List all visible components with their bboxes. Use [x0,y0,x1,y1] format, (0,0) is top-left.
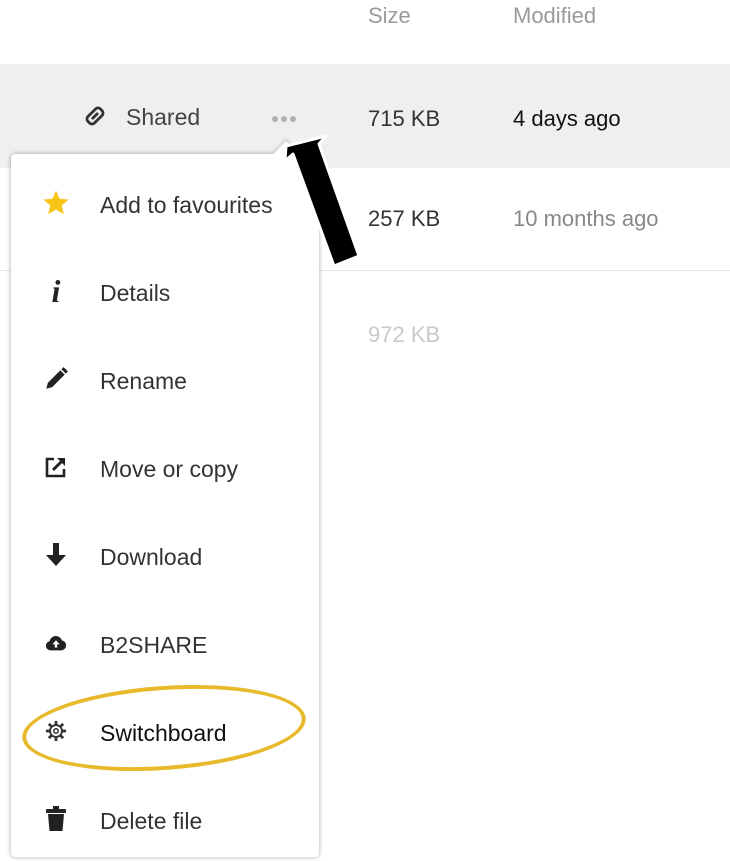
menu-item-b2share[interactable]: B2SHARE [11,602,319,682]
gear-icon [41,716,71,746]
menu-item-label: Move or copy [100,456,239,482]
share-label: Shared [126,104,201,130]
menu-item-label: B2SHARE [100,632,208,658]
menu-item-label: Add to favourites [100,192,273,218]
external-link-icon [41,452,71,482]
size-column-header[interactable]: Size [368,3,411,29]
file-modified: 10 months ago [513,206,659,231]
cloud-upload-icon [41,628,71,658]
menu-item-download[interactable]: Download [11,514,319,594]
menu-item-label: Download [100,544,203,570]
star-icon [41,188,71,218]
menu-item-rename[interactable]: Rename [11,338,319,418]
download-arrow-icon [41,540,71,570]
file-list-header: Size Modified [0,0,730,64]
file-size: 257 KB [368,206,441,231]
file-modified: 4 days ago [513,106,621,131]
file-size: 972 KB [368,322,441,347]
menu-item-move-or-copy[interactable]: Move or copy [11,426,319,506]
trash-icon [41,804,71,834]
info-icon: i [51,272,61,309]
menu-item-label: Details [100,280,171,306]
pointer-arrow-annotation [283,134,361,268]
menu-item-delete-file[interactable]: Delete file [11,778,319,858]
file-size: 715 KB [368,106,441,131]
menu-item-label: Rename [100,368,187,394]
modified-column-header[interactable]: Modified [513,3,596,29]
menu-item-label: Switchboard [100,720,227,746]
pencil-icon [41,364,71,394]
menu-item-label: Delete file [100,808,203,834]
link-icon [85,106,105,126]
menu-item-switchboard[interactable]: Switchboard [11,690,319,770]
